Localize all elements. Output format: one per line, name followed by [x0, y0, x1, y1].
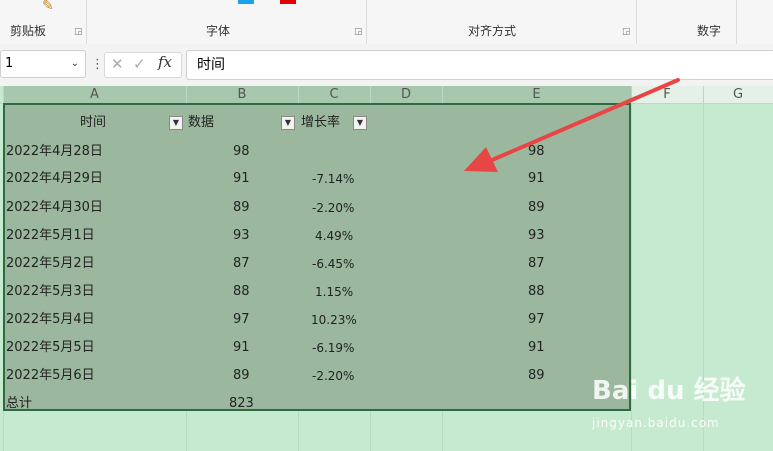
watermark: Bai du 经验 jingyan.baidu.com: [592, 370, 746, 430]
watermark-logo: Bai du 经验: [592, 376, 746, 406]
watermark-url: jingyan.baidu.com: [592, 416, 720, 430]
